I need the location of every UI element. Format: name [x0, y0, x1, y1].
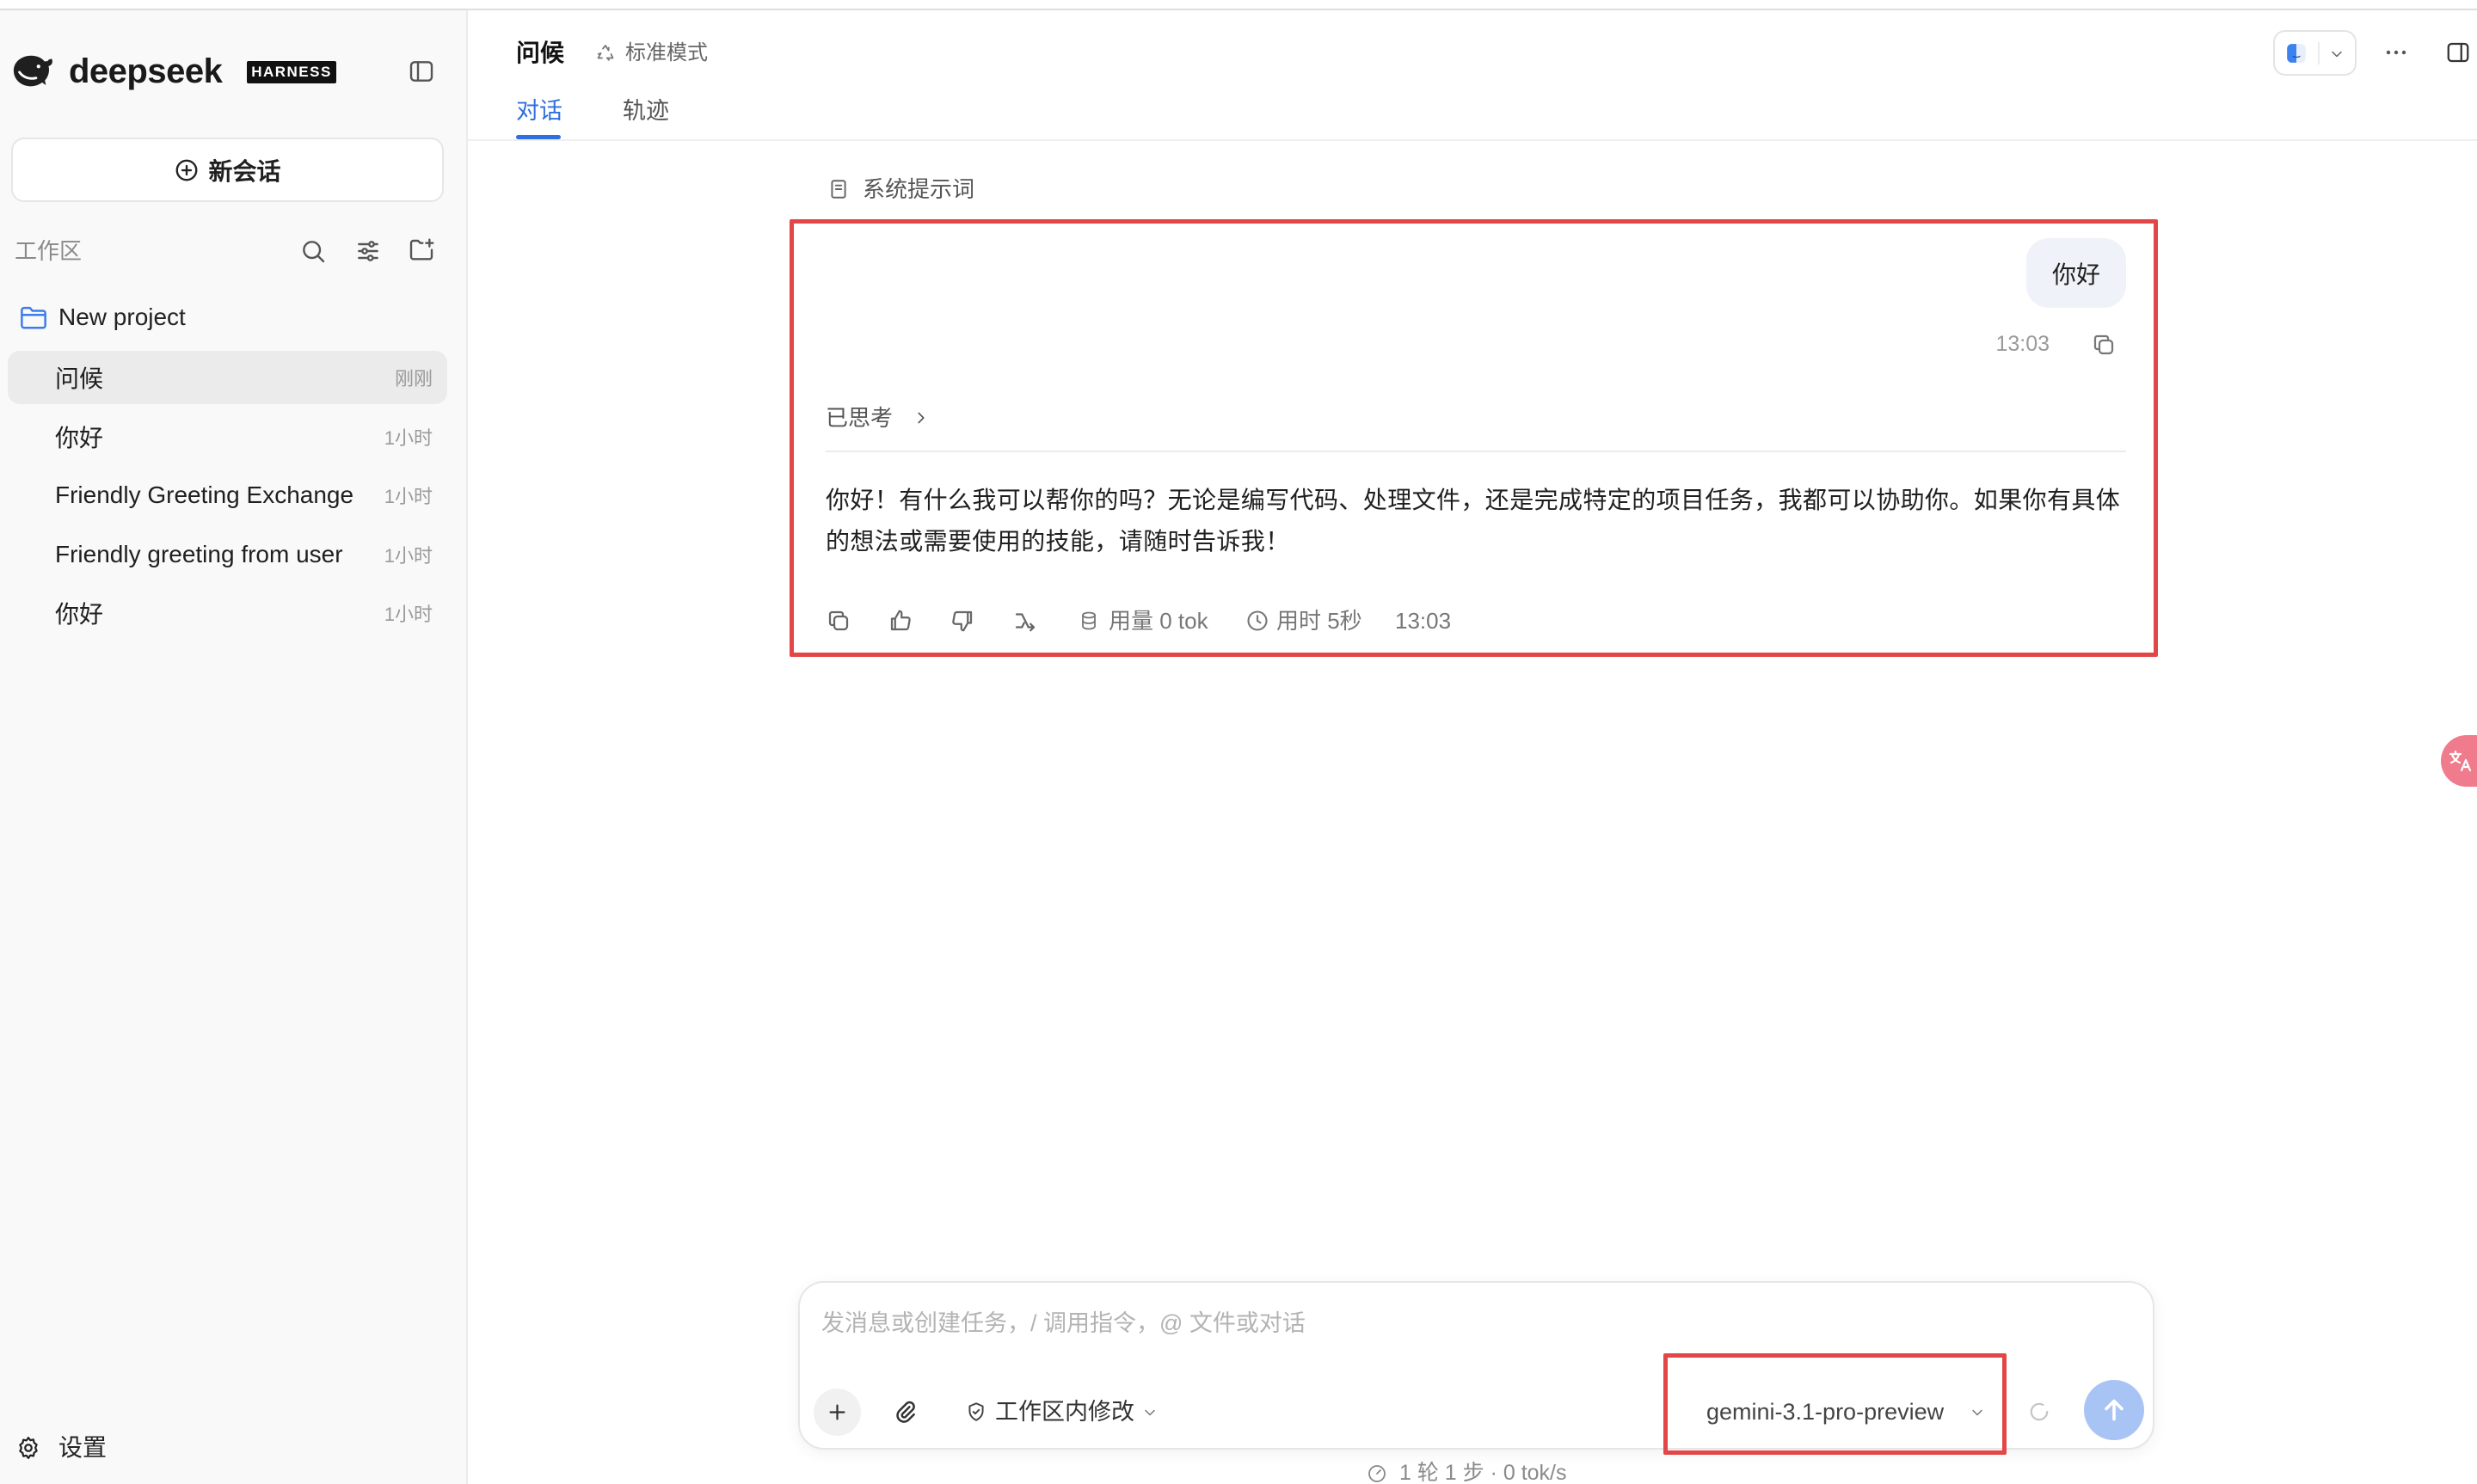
plus-icon — [829, 1404, 845, 1420]
conversation-highlight-box — [790, 219, 2158, 657]
folder-plus-icon[interactable] — [408, 237, 435, 265]
conversation-time: 1小时 — [384, 544, 433, 567]
gauge-icon — [1368, 1465, 1386, 1482]
app-switcher-button[interactable] — [2273, 30, 2357, 76]
message-input[interactable] — [821, 1306, 2111, 1340]
gear-icon[interactable] — [15, 1435, 41, 1461]
spinner-icon — [2030, 1402, 2049, 1421]
chevron-down-icon — [2332, 51, 2342, 58]
database-icon — [1082, 611, 1096, 630]
conversation-item[interactable]: Friendly greeting from user 1小时 — [8, 528, 447, 581]
search-icon[interactable] — [299, 237, 327, 265]
conversation-item[interactable]: 你好 1小时 — [8, 410, 447, 463]
thinking-toggle[interactable]: 已思考 — [826, 404, 893, 432]
assistant-message-time: 13:03 — [1395, 608, 1452, 634]
generation-stats: 1 轮 1 步 · 0 tok/s — [1399, 1461, 1567, 1484]
translate-icon — [2449, 750, 2472, 772]
system-prompt-toggle[interactable]: 系统提示词 — [863, 175, 974, 203]
copy-icon[interactable] — [826, 608, 851, 634]
app-switcher-divider — [2318, 42, 2320, 64]
thumbs-down-icon[interactable] — [950, 608, 975, 634]
arrow-up-icon — [2105, 1399, 2124, 1421]
recycle-icon — [597, 45, 614, 61]
conversation-time: 1小时 — [384, 426, 433, 449]
settings-button[interactable]: 设置 — [58, 1432, 107, 1464]
user-message-bubble: 你好 — [2026, 238, 2126, 308]
brand-badge: HARNESS — [247, 61, 336, 83]
sliders-icon[interactable] — [354, 237, 382, 265]
app-window: deepseek HARNESS 新会话 工作区 New project 问候 — [0, 0, 2477, 1484]
tab-conversation[interactable]: 对话 — [516, 96, 562, 126]
new-chat-label: 新会话 — [208, 157, 281, 185]
tab-trace[interactable]: 轨迹 — [623, 96, 669, 126]
thinking-divider — [826, 451, 2126, 452]
conversation-time: 1小时 — [384, 604, 433, 625]
copy-icon[interactable] — [2091, 332, 2117, 358]
conversation-title: Friendly greeting from user — [55, 540, 343, 567]
ellipsis-icon[interactable] — [2382, 41, 2410, 64]
mode-label[interactable]: 标准模式 — [625, 40, 708, 66]
window-top-edge — [0, 0, 2477, 10]
clock-icon — [1247, 610, 1268, 631]
paperclip-icon[interactable] — [893, 1399, 919, 1425]
response-duration: 用时 5秒 — [1276, 608, 1362, 634]
conversation-time: 1小时 — [384, 486, 433, 507]
conversation-title: 问候 — [55, 365, 104, 392]
project-name[interactable]: New project — [58, 301, 186, 334]
conversation-list: 问候 刚刚 你好 1小时 Friendly Greeting Exchange … — [8, 351, 447, 646]
sidebar: deepseek HARNESS 新会话 工作区 New project 问候 — [0, 0, 468, 1484]
plus-circle-icon — [176, 159, 198, 181]
permission-label[interactable]: 工作区内修改 — [995, 1395, 1134, 1428]
workspace-label: 工作区 — [15, 238, 83, 264]
sidebar-toggle-icon[interactable] — [408, 58, 435, 85]
panel-right-icon[interactable] — [2444, 40, 2472, 65]
whale-logo-icon — [13, 55, 52, 87]
chevron-right-icon[interactable] — [912, 406, 931, 430]
message-composer: 工作区内修改 gemini-3.1-pro-preview — [798, 1281, 2154, 1450]
shield-icon — [968, 1402, 984, 1421]
conversation-item[interactable]: 你好 1小时 — [8, 586, 447, 640]
conversation-title: Friendly Greeting Exchange — [55, 481, 354, 508]
send-button[interactable] — [2084, 1380, 2144, 1440]
brand-name: deepseek — [69, 52, 223, 90]
branch-icon[interactable] — [1012, 608, 1038, 634]
page-title: 问候 — [516, 40, 565, 66]
user-message-time: 13:03 — [1995, 332, 2050, 356]
chevron-down-icon — [1145, 1409, 1155, 1416]
model-selector[interactable]: gemini-3.1-pro-preview — [1706, 1395, 1944, 1428]
document-icon — [831, 180, 846, 199]
conversation-title: 你好 — [55, 424, 104, 451]
conversation-item[interactable]: 问候 刚刚 — [8, 351, 447, 404]
folder-icon — [21, 306, 46, 329]
assistant-message-text: 你好！有什么我可以帮你的吗？无论是编写代码、处理文件，还是完成特定的项目任务，我… — [826, 487, 2121, 555]
new-chat-button[interactable]: 新会话 — [11, 138, 444, 202]
translate-button[interactable] — [2441, 735, 2477, 787]
conversation-time: 刚刚 — [394, 368, 433, 389]
token-usage: 用量 0 tok — [1109, 608, 1208, 634]
user-message-text: 你好 — [2051, 261, 2100, 288]
app-icon — [2287, 44, 2306, 63]
add-button[interactable] — [814, 1389, 861, 1436]
chevron-down-icon[interactable] — [1969, 1404, 1986, 1421]
header-divider — [468, 139, 2477, 141]
conversation-item[interactable]: Friendly Greeting Exchange 1小时 — [8, 469, 447, 522]
conversation-title: 你好 — [55, 601, 104, 628]
thumbs-up-icon[interactable] — [888, 608, 913, 634]
